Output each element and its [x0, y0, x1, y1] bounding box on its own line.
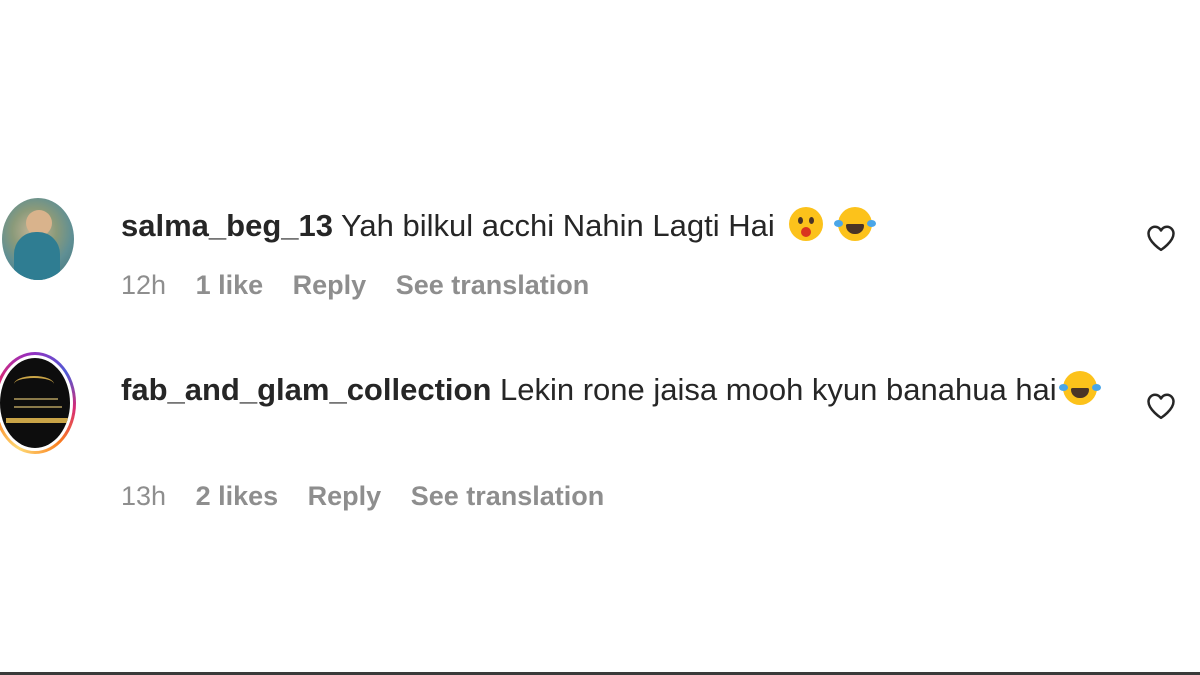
- comment-body: Lekin rone jaisa mooh kyun banahua hai: [500, 372, 1057, 407]
- comment-meta: 12h 1 like Reply See translation: [121, 270, 611, 301]
- brand-logo-avatar: [0, 358, 70, 448]
- avatar-story-ring[interactable]: [0, 352, 76, 454]
- reply-button[interactable]: Reply: [308, 481, 382, 511]
- face-with-tears-of-joy-emoji: [833, 207, 872, 241]
- astonished-face-emoji: [789, 207, 824, 241]
- logo-script-mark: [14, 376, 54, 392]
- logo-gold-band: [6, 418, 68, 423]
- reply-button[interactable]: Reply: [293, 270, 367, 300]
- like-heart-icon[interactable]: [1146, 392, 1176, 420]
- comment-username[interactable]: fab_and_glam_collection: [121, 372, 491, 407]
- comment-timestamp[interactable]: 12h: [121, 270, 166, 300]
- comment-body: Yah bilkul acchi Nahin Lagti Hai: [341, 208, 775, 243]
- avatar[interactable]: [2, 198, 74, 280]
- like-heart-icon[interactable]: [1146, 224, 1176, 252]
- avatar-figure-body: [14, 232, 60, 280]
- logo-text-line: [14, 406, 62, 408]
- face-with-tears-of-joy-emoji: [1058, 371, 1097, 405]
- comment-likes-count[interactable]: 2 likes: [196, 481, 279, 511]
- comment-username[interactable]: salma_beg_13: [121, 208, 333, 243]
- comment-meta: 13h 2 likes Reply See translation: [121, 481, 626, 512]
- comment-timestamp[interactable]: 13h: [121, 481, 166, 511]
- logo-text-line: [14, 398, 58, 400]
- see-translation-button[interactable]: See translation: [411, 481, 605, 511]
- comment-text: salma_beg_13 Yah bilkul acchi Nahin Lagt…: [121, 202, 1111, 250]
- comment-text: fab_and_glam_collection Lekin rone jaisa…: [121, 366, 1111, 414]
- avatar-ring-gap: [0, 355, 73, 451]
- comment-likes-count[interactable]: 1 like: [196, 270, 264, 300]
- see-translation-button[interactable]: See translation: [396, 270, 590, 300]
